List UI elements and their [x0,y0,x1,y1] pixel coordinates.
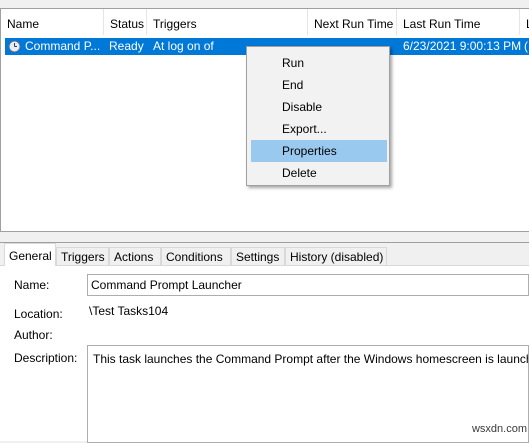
menu-item-disable[interactable]: Disable [251,96,387,118]
tab-settings[interactable]: Settings [231,247,285,265]
tab-general[interactable]: General [4,243,56,266]
tab-strip: General Triggers Actions Conditions Sett… [0,243,529,266]
description-label: Description: [14,351,78,365]
column-header-last-run-time[interactable]: Last Run Time [397,9,520,35]
menu-item-delete[interactable]: Delete [251,162,387,184]
properties-pane: General Triggers Actions Conditions Sett… [0,242,529,443]
menu-item-end[interactable]: End [251,74,387,96]
description-value: This task launches the Command Prompt af… [93,352,529,366]
author-label: Author: [14,328,53,342]
column-header-row: Name Status Triggers Next Run Time Last … [1,9,529,35]
column-header-last-run-result[interactable]: L [520,9,529,35]
task-last-result-cell: ( [524,39,528,53]
menu-item-run[interactable]: Run [251,52,387,74]
name-field[interactable]: Command Prompt Launcher [87,274,529,296]
context-menu: Run End Disable Export... Properties Del… [246,46,390,186]
tab-conditions[interactable]: Conditions [161,247,231,265]
column-header-name[interactable]: Name [1,9,104,35]
tab-history[interactable]: History (disabled) [285,247,387,265]
clock-icon [8,40,21,53]
watermark: wsxdn.com [471,423,527,435]
tab-triggers[interactable]: Triggers [56,247,109,265]
column-header-next-run-time[interactable]: Next Run Time [308,9,397,35]
description-field[interactable]: This task launches the Command Prompt af… [87,345,529,443]
menu-item-export[interactable]: Export... [251,118,387,140]
column-header-triggers[interactable]: Triggers [147,9,308,35]
pane-splitter[interactable] [0,232,529,242]
menu-item-properties[interactable]: Properties [251,140,387,162]
name-value: Command Prompt Launcher [91,278,242,292]
tab-actions[interactable]: Actions [109,247,161,265]
general-tab-body: Name: Command Prompt Launcher Location: … [0,265,529,443]
column-header-status[interactable]: Status [104,9,147,35]
name-label: Name: [14,278,50,292]
location-value: \Test Tasks104 [89,304,169,318]
location-label: Location: [14,307,63,321]
task-name-cell: Command P... [25,39,101,53]
task-last-run-cell: 6/23/2021 9:00:13 PM [403,39,522,53]
task-status-cell: Ready [109,39,144,53]
